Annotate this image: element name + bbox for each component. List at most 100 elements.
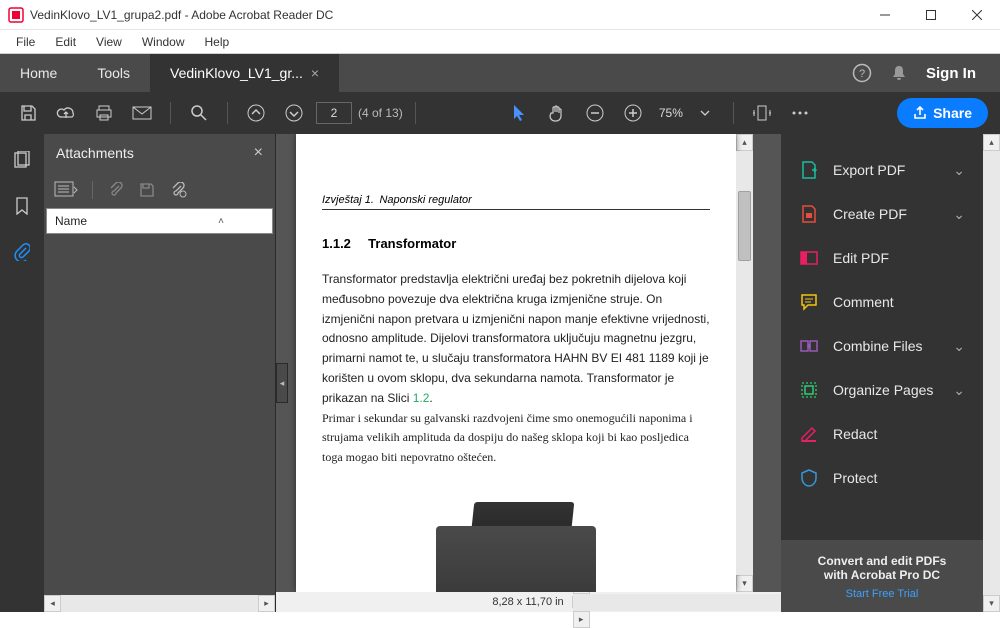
tool-label: Organize Pages xyxy=(833,382,933,398)
tool-combine-files[interactable]: Combine Files⌄ xyxy=(781,324,983,368)
page-up-icon[interactable] xyxy=(240,97,272,129)
tool-label: Protect xyxy=(833,470,877,486)
notifications-icon[interactable] xyxy=(890,64,908,82)
fit-width-icon[interactable] xyxy=(746,97,778,129)
start-free-trial-link[interactable]: Start Free Trial xyxy=(793,588,971,600)
navigation-rail xyxy=(0,134,44,612)
email-icon[interactable] xyxy=(126,97,158,129)
minimize-button[interactable] xyxy=(862,0,908,30)
cloud-icon[interactable] xyxy=(50,97,82,129)
tool-create-pdf[interactable]: Create PDF⌄ xyxy=(781,192,983,236)
attachment-options-icon[interactable] xyxy=(54,181,78,199)
document-viewport[interactable]: ◂ Izvještaj 1. Naponski regulator 1.1.2 … xyxy=(276,134,781,592)
panel-collapse-handle[interactable]: ◂ xyxy=(276,363,288,403)
para1-end: . xyxy=(429,391,432,405)
save-attachment-icon[interactable] xyxy=(139,182,155,198)
tab-document[interactable]: VedinKlovo_LV1_gr... × xyxy=(150,54,339,92)
right-vscrollbar[interactable]: ▴ ▾ xyxy=(983,134,1000,612)
protect-icon xyxy=(799,468,819,488)
toolbar: (4 of 13) 75% Share xyxy=(0,92,1000,134)
tab-tools[interactable]: Tools xyxy=(77,54,150,92)
panel-close-button[interactable]: × xyxy=(254,144,263,162)
attachments-panel: Attachments × Name ˄ ◂ ▸ xyxy=(44,134,276,612)
add-attachment-icon[interactable] xyxy=(169,182,187,198)
running-head-label: Izvještaj 1. xyxy=(322,194,374,206)
running-header: Izvještaj 1. Naponski regulator xyxy=(322,194,710,210)
zoom-out-icon[interactable] xyxy=(579,97,611,129)
menu-bar: File Edit View Window Help xyxy=(0,30,1000,54)
trial-promo: Convert and edit PDFs with Acrobat Pro D… xyxy=(781,540,983,612)
share-button[interactable]: Share xyxy=(897,98,988,128)
tab-close-button[interactable]: × xyxy=(311,65,319,81)
app-icon xyxy=(8,7,24,23)
organize-pages-icon xyxy=(799,380,819,400)
chevron-down-icon: ⌄ xyxy=(953,382,965,399)
attachments-list xyxy=(44,234,275,595)
more-tools-icon[interactable] xyxy=(784,97,816,129)
scroll-left-icon[interactable]: ◂ xyxy=(44,595,61,612)
running-head-title: Naponski regulator xyxy=(379,194,471,206)
menu-file[interactable]: File xyxy=(8,33,43,51)
maximize-button[interactable] xyxy=(908,0,954,30)
tab-tools-label: Tools xyxy=(97,65,130,81)
tool-label: Export PDF xyxy=(833,162,905,178)
open-attachment-icon[interactable] xyxy=(107,182,125,198)
menu-edit[interactable]: Edit xyxy=(47,33,84,51)
menu-window[interactable]: Window xyxy=(134,33,193,51)
figure-reference-link[interactable]: 1.2 xyxy=(413,391,430,405)
tool-edit-pdf[interactable]: Edit PDF xyxy=(781,236,983,280)
attachments-hscrollbar[interactable]: ◂ ▸ xyxy=(44,595,275,612)
tab-home[interactable]: Home xyxy=(0,54,77,92)
page-count-label: (4 of 13) xyxy=(358,106,403,120)
page-number-input[interactable] xyxy=(316,102,352,124)
help-icon[interactable]: ? xyxy=(852,63,872,83)
window-title: VedinKlovo_LV1_grupa2.pdf - Adobe Acroba… xyxy=(30,8,862,22)
zoom-in-icon[interactable] xyxy=(617,97,649,129)
sign-in-button[interactable]: Sign In xyxy=(926,65,976,82)
document-vscrollbar[interactable]: ▴ ▾ xyxy=(736,134,753,592)
scroll-up-icon[interactable]: ▴ xyxy=(736,134,753,151)
tool-label: Redact xyxy=(833,426,877,442)
page-down-icon[interactable] xyxy=(278,97,310,129)
attachments-icon[interactable] xyxy=(10,240,34,264)
attachments-column-header[interactable]: Name ˄ xyxy=(46,208,273,234)
hand-tool-icon[interactable] xyxy=(541,97,573,129)
chevron-down-icon: ⌄ xyxy=(953,162,965,179)
save-icon[interactable] xyxy=(12,97,44,129)
tool-comment[interactable]: Comment xyxy=(781,280,983,324)
rscroll-down-icon[interactable]: ▾ xyxy=(983,595,1000,612)
doc-scroll-right-icon[interactable]: ▸ xyxy=(573,611,590,628)
tool-redact[interactable]: Redact xyxy=(781,412,983,456)
thumbnails-icon[interactable] xyxy=(10,148,34,172)
window-titlebar: VedinKlovo_LV1_grupa2.pdf - Adobe Acroba… xyxy=(0,0,1000,30)
tab-home-label: Home xyxy=(20,65,57,81)
document-area: ◂ Izvještaj 1. Naponski regulator 1.1.2 … xyxy=(276,134,781,612)
body-paragraph-1: Transformator predstavlja električni ure… xyxy=(322,270,710,409)
column-name-label: Name xyxy=(55,214,87,228)
rscroll-up-icon[interactable]: ▴ xyxy=(983,134,1000,151)
tools-panel: Export PDF ⌄ Create PDF⌄ Edit PDF Comment… xyxy=(781,134,983,612)
scroll-right-icon[interactable]: ▸ xyxy=(258,595,275,612)
tool-label: Edit PDF xyxy=(833,250,889,266)
search-icon[interactable] xyxy=(183,97,215,129)
scroll-down-icon[interactable]: ▾ xyxy=(736,575,753,592)
create-pdf-icon xyxy=(799,204,819,224)
tool-label: Comment xyxy=(833,294,894,310)
bookmarks-icon[interactable] xyxy=(10,194,34,218)
menu-help[interactable]: Help xyxy=(197,33,238,51)
selection-tool-icon[interactable] xyxy=(503,97,535,129)
attachments-title: Attachments xyxy=(56,145,254,161)
menu-view[interactable]: View xyxy=(88,33,130,51)
body-paragraph-2: Primar i sekundar su galvanski razdvojen… xyxy=(322,409,710,468)
tool-export-pdf[interactable]: Export PDF ⌄ xyxy=(781,148,983,192)
section-title-text: Transformator xyxy=(368,236,456,251)
figure-image xyxy=(322,496,710,592)
close-button[interactable] xyxy=(954,0,1000,30)
export-pdf-icon xyxy=(799,160,819,180)
tool-protect[interactable]: Protect xyxy=(781,456,983,500)
scroll-thumb[interactable] xyxy=(738,191,751,261)
section-heading: 1.1.2 Transformator xyxy=(322,236,710,252)
tool-organize-pages[interactable]: Organize Pages ⌄ xyxy=(781,368,983,412)
print-icon[interactable] xyxy=(88,97,120,129)
zoom-dropdown-icon[interactable] xyxy=(689,97,721,129)
